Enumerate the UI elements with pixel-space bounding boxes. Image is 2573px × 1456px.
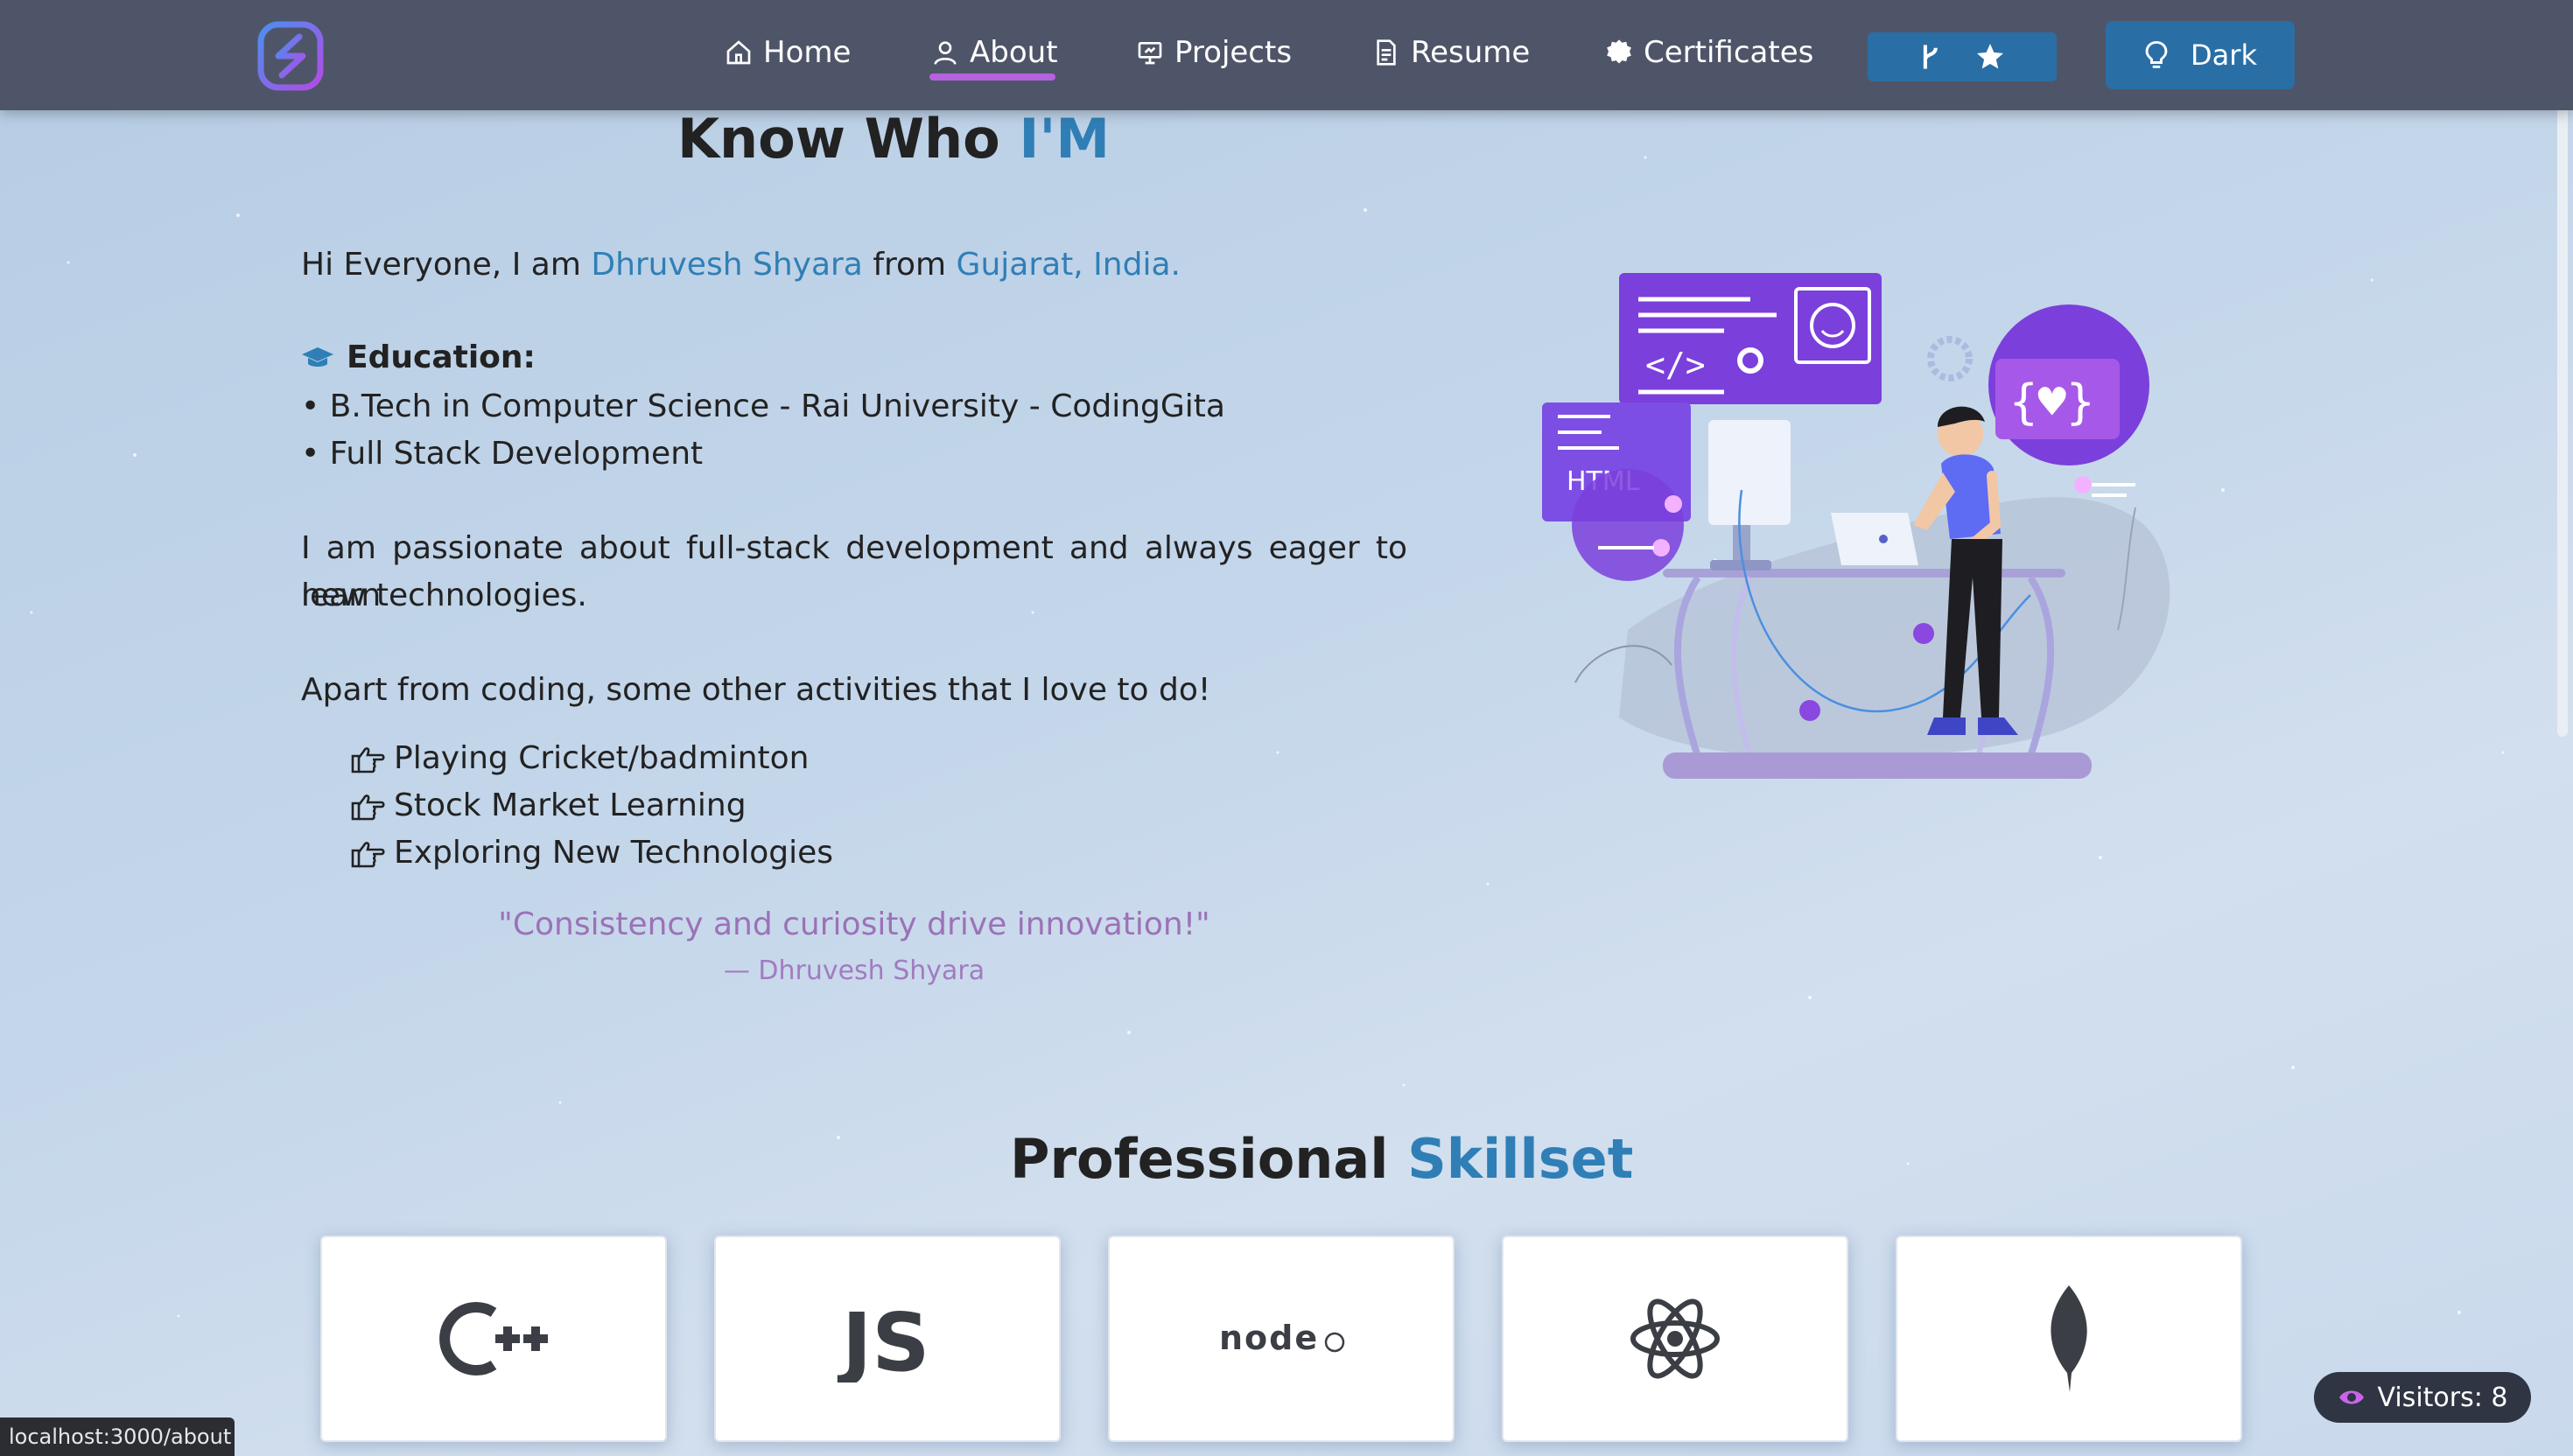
- skill-card-cpp[interactable]: [320, 1236, 667, 1442]
- activity-item: Playing Cricket/badminton: [350, 740, 810, 776]
- activity-label: Stock Market Learning: [394, 788, 747, 823]
- passion-line-2: new technologies.: [301, 578, 587, 613]
- quote-text: "Consistency and curiosity drive innovat…: [498, 906, 1210, 942]
- presentation-icon: [1138, 42, 1162, 65]
- education-title: Education:: [347, 340, 536, 375]
- svg-text:</>: </>: [1645, 346, 1706, 384]
- activity-label: Playing Cricket/badminton: [394, 740, 810, 776]
- mongodb-icon: [2051, 1285, 2087, 1392]
- author-name: Dhruvesh Shyara: [591, 247, 863, 283]
- pointing-hand-icon: [351, 841, 385, 867]
- nav-resume[interactable]: Resume: [1372, 26, 1530, 79]
- svg-text:{♥}: {♥}: [2009, 374, 2095, 430]
- github-star-button[interactable]: [1868, 32, 2057, 81]
- visitors-counter: Visitors: 8: [2314, 1372, 2531, 1423]
- react-icon: [1630, 1298, 1720, 1379]
- skill-card-nodejs[interactable]: node: [1108, 1236, 1455, 1442]
- user-icon: [934, 41, 957, 65]
- nav-resume-label: Resume: [1411, 35, 1531, 70]
- education-heading: Education:: [301, 340, 536, 375]
- intro-prefix: Hi Everyone, I am: [301, 247, 592, 283]
- about-title-accent: I'M: [1019, 107, 1111, 171]
- pointing-hand-icon: [351, 794, 385, 820]
- theme-toggle-button[interactable]: Dark: [2106, 21, 2295, 89]
- visitors-label: Visitors: 8: [2377, 1382, 2508, 1413]
- scrollbar[interactable]: [2557, 88, 2568, 737]
- pointing-hand-icon: [351, 746, 385, 773]
- skills-title-accent: Skillset: [1407, 1127, 1634, 1191]
- certificate-badge-icon: [1607, 39, 1631, 64]
- home-icon: [726, 40, 751, 65]
- document-icon: [1377, 39, 1396, 66]
- activity-item: Stock Market Learning: [350, 788, 747, 823]
- js-logo-text: JS: [837, 1296, 930, 1382]
- skill-card-javascript[interactable]: JS: [714, 1236, 1061, 1442]
- theme-toggle-label: Dark: [2191, 38, 2257, 72]
- skill-card-react[interactable]: [1502, 1236, 1848, 1442]
- git-fork-icon: [1923, 45, 1938, 69]
- education-item: • Full Stack Development: [301, 436, 704, 472]
- about-title: Know Who I'M: [677, 107, 1110, 171]
- javascript-icon: JS: [837, 1296, 930, 1382]
- nav-home[interactable]: Home: [725, 26, 851, 79]
- activity-label: Exploring New Technologies: [394, 835, 834, 871]
- graduation-cap-icon: [302, 346, 333, 367]
- star-icon: [1977, 44, 2003, 69]
- site-logo[interactable]: [257, 21, 324, 91]
- skills-title-plain: Professional: [1010, 1127, 1408, 1191]
- nav-projects-label: Projects: [1174, 35, 1293, 70]
- education-item: • B.Tech in Computer Science - Rai Unive…: [301, 388, 1225, 424]
- intro-paragraph: Hi Everyone, I am Dhruvesh Shyara from G…: [301, 242, 1181, 289]
- activity-item: Exploring New Technologies: [350, 835, 833, 871]
- skills-title: Professional Skillset: [1010, 1127, 1633, 1191]
- nav-about[interactable]: About: [931, 26, 1058, 79]
- developer-illustration: </> HTML {♥}: [1542, 273, 2170, 779]
- nav-projects[interactable]: Projects: [1136, 26, 1292, 79]
- quote-author: — Dhruvesh Shyara: [723, 956, 985, 986]
- navbar: Home About Projects Resume Certificates …: [0, 0, 2573, 110]
- intro-mid: from: [862, 247, 957, 283]
- nav-about-label: About: [970, 35, 1058, 70]
- author-location: Gujarat, India.: [956, 247, 1181, 283]
- nodejs-icon: node: [1219, 1319, 1345, 1357]
- active-nav-indicator: [929, 74, 1055, 80]
- cpp-icon: [439, 1302, 548, 1376]
- activities-intro: Apart from coding, some other activities…: [301, 672, 1211, 708]
- lightbulb-icon: [2145, 40, 2168, 68]
- skill-card-mongodb[interactable]: [1896, 1236, 2242, 1442]
- nav-certificates-label: Certificates: [1644, 35, 1814, 70]
- nav-home-label: Home: [763, 35, 852, 70]
- nav-certificates[interactable]: Certificates: [1605, 26, 1813, 79]
- about-title-plain: Know Who: [677, 107, 1020, 171]
- status-bar-url: localhost:3000/about: [0, 1418, 235, 1456]
- eye-icon: [2338, 1390, 2364, 1404]
- node-logo-text: node: [1219, 1319, 1319, 1357]
